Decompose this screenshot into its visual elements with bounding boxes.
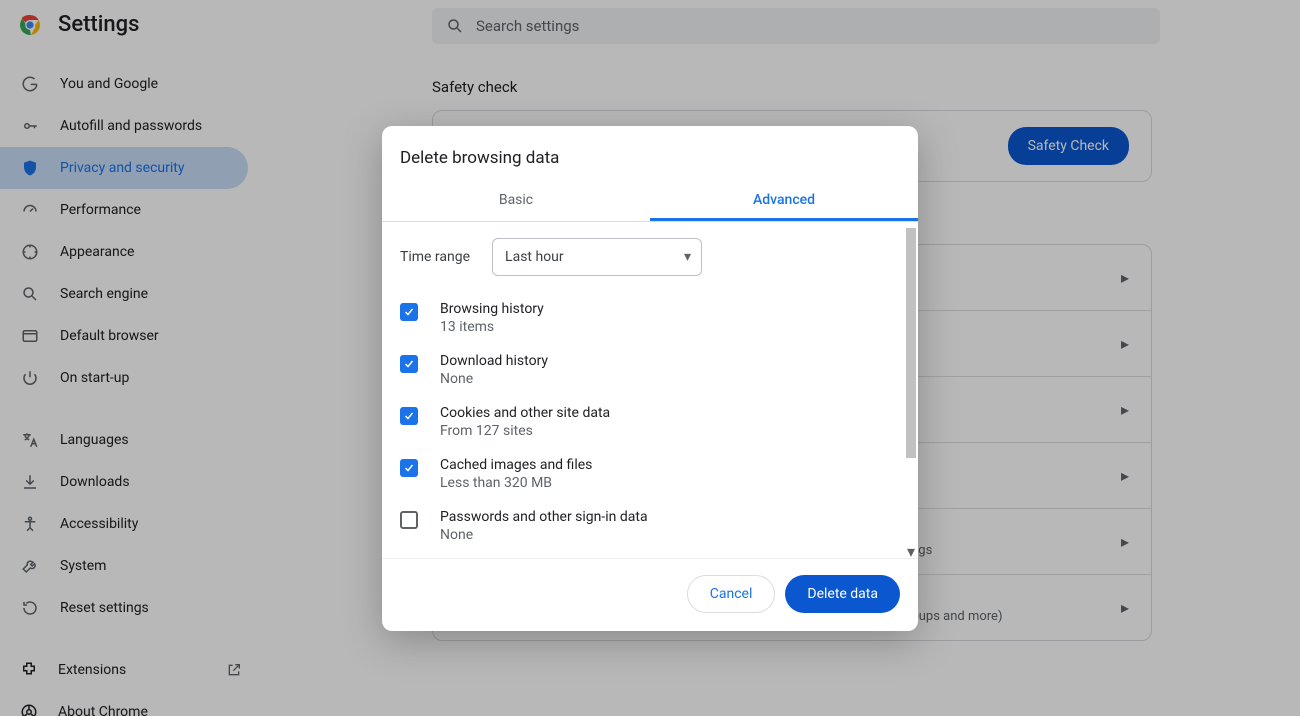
option-title: Download history: [440, 353, 548, 369]
option-subtitle: 13 items: [440, 319, 544, 335]
scrollbar-down-arrow[interactable]: ▾: [906, 546, 916, 556]
tab-basic[interactable]: Basic: [382, 182, 650, 221]
option-title: Cached images and files: [440, 457, 592, 473]
checkbox[interactable]: [400, 303, 418, 321]
option-row: Browsing history 13 items: [400, 292, 900, 344]
option-row: Download history None: [400, 344, 900, 396]
checkbox[interactable]: [400, 355, 418, 373]
caret-down-icon: ▾: [684, 249, 691, 265]
dialog-body: Time range Last hour ▾ Browsing history 1…: [382, 222, 918, 558]
option-row: Passwords and other sign-in data None: [400, 500, 900, 552]
option-subtitle: From 127 sites: [440, 423, 610, 439]
option-row: Cached images and files Less than 320 MB: [400, 448, 900, 500]
option-subtitle: None: [440, 371, 548, 387]
time-range-select[interactable]: Last hour ▾: [492, 238, 702, 276]
delete-browsing-data-dialog: Delete browsing data Basic Advanced Time…: [382, 126, 918, 631]
dialog-title: Delete browsing data: [382, 126, 918, 182]
option-row: Cookies and other site data From 127 site…: [400, 396, 900, 448]
option-title: Cookies and other site data: [440, 405, 610, 421]
scrollbar-thumb[interactable]: [906, 228, 916, 458]
checkbox[interactable]: [400, 407, 418, 425]
cancel-button[interactable]: Cancel: [687, 575, 776, 613]
dialog-tabs: Basic Advanced: [382, 182, 918, 222]
time-range-value: Last hour: [505, 249, 564, 265]
checkbox[interactable]: [400, 459, 418, 477]
checkbox[interactable]: [400, 511, 418, 529]
option-subtitle: None: [440, 527, 648, 543]
dialog-actions: Cancel Delete data: [382, 558, 918, 631]
time-range-label: Time range: [400, 249, 470, 265]
option-row: Auto-fill form data: [400, 552, 900, 558]
option-subtitle: Less than 320 MB: [440, 475, 592, 491]
option-title: Browsing history: [440, 301, 544, 317]
delete-data-button[interactable]: Delete data: [785, 575, 900, 613]
option-title: Passwords and other sign-in data: [440, 509, 648, 525]
dialog-scrollbar[interactable]: ▾: [906, 228, 916, 552]
tab-advanced[interactable]: Advanced: [650, 182, 918, 221]
